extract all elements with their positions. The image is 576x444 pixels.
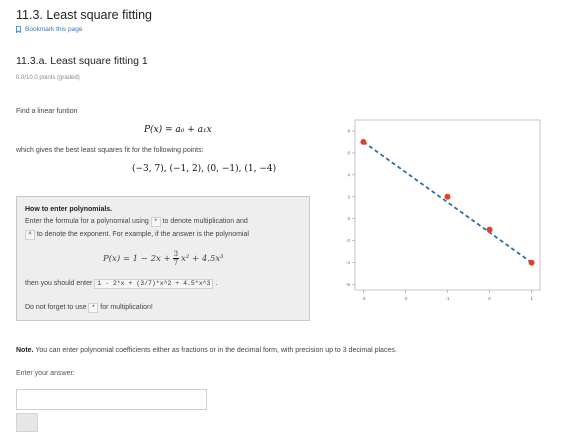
howto-line3-text: then you should enter (25, 280, 93, 287)
x-tick-label: 1 (530, 296, 533, 301)
formula: P(x) = a₀ + a₁x (144, 125, 212, 135)
example-numerator: 3 (172, 250, 180, 259)
example-denominator: 7 (173, 259, 179, 267)
data-point (528, 259, 535, 266)
howto-line-1: Enter the formula for a polynomial using… (25, 217, 248, 227)
example-rhs: x² + 4.5x³ (181, 253, 224, 264)
example-formula: P(x) = 1 − 2x + 3 7 x² + 4.5x³ (103, 250, 224, 267)
howto-box: How to enter polynomials. Enter the form… (16, 196, 310, 321)
howto-line-2: ^ to denote the exponent. For example, i… (25, 230, 249, 240)
exponent-code: ^ (25, 230, 35, 240)
y-tick-label: -2 (346, 238, 350, 243)
howto-line1-text: Enter the formula for a polynomial using (25, 218, 149, 225)
y-tick-label: 2 (347, 194, 350, 199)
note-text: Note. You can enter polynomial coefficie… (16, 347, 397, 354)
fit-text: which gives the best least squares fit f… (16, 147, 204, 154)
y-tick-label: -4 (346, 260, 350, 265)
y-tick-label: 0 (347, 216, 350, 221)
multiply-reminder-code: * (88, 303, 99, 313)
note-body: You can enter polynomial coefficients ei… (35, 347, 397, 354)
example-code: 1 - 2*x + (3/7)*x^2 + 4.5*x^3 (94, 279, 214, 289)
y-tick-label: 4 (347, 172, 350, 177)
multiply-code: * (150, 217, 161, 227)
data-point (486, 226, 493, 233)
scatter-chart: -3 -2 -1 0 1 -6 -4 -2 0 2 4 6 8 (346, 119, 541, 301)
bookmark-icon (16, 26, 21, 33)
bookmark-label: Bookmark this page (25, 26, 83, 33)
bookmark-button[interactable]: Bookmark this page (16, 26, 82, 33)
y-tick-label: -6 (346, 282, 350, 287)
data-point (360, 138, 367, 145)
points-list: (−3, 7), (−1, 2), (0, −1), (1, −4) (132, 164, 277, 174)
howto-line3-text-b: . (215, 280, 218, 287)
section-title: 11.3. Least square fitting (16, 8, 152, 22)
x-tick-label: -1 (445, 296, 449, 301)
howto-line-3: then you should enter 1 - 2*x + (3/7)*x^… (25, 279, 217, 289)
example-lhs: P(x) = 1 − 2x + (103, 253, 171, 264)
howto-line-4: Do not forget to use * for multiplicatio… (25, 303, 153, 313)
howto-line4-text-b: for multiplication! (100, 304, 153, 311)
problem-title: 11.3.a. Least square fitting 1 (16, 55, 148, 67)
howto-line2-text: to denote the exponent. For example, if … (36, 231, 249, 238)
howto-line1-text-b: to denote multiplication and (162, 218, 248, 225)
x-tick-label: -2 (403, 296, 407, 301)
y-tick-label: 8 (347, 128, 350, 133)
points-label: 0.0/10.0 points (graded) (16, 75, 80, 81)
x-tick-label: 0 (488, 296, 491, 301)
note-label: Note. (16, 347, 34, 354)
submit-button[interactable] (16, 413, 38, 432)
answer-input[interactable] (16, 389, 207, 410)
example-fraction: 3 7 (172, 250, 180, 267)
answer-label: Enter your answer: (16, 370, 75, 377)
plot-frame (354, 119, 541, 291)
x-tick-label: -3 (361, 296, 365, 301)
intro-text: Find a linear funtion (16, 108, 78, 115)
howto-title: How to enter polynomials. (25, 206, 113, 213)
data-point (444, 193, 451, 200)
y-tick-label: 6 (347, 150, 350, 155)
howto-line4-text: Do not forget to use (25, 304, 87, 311)
